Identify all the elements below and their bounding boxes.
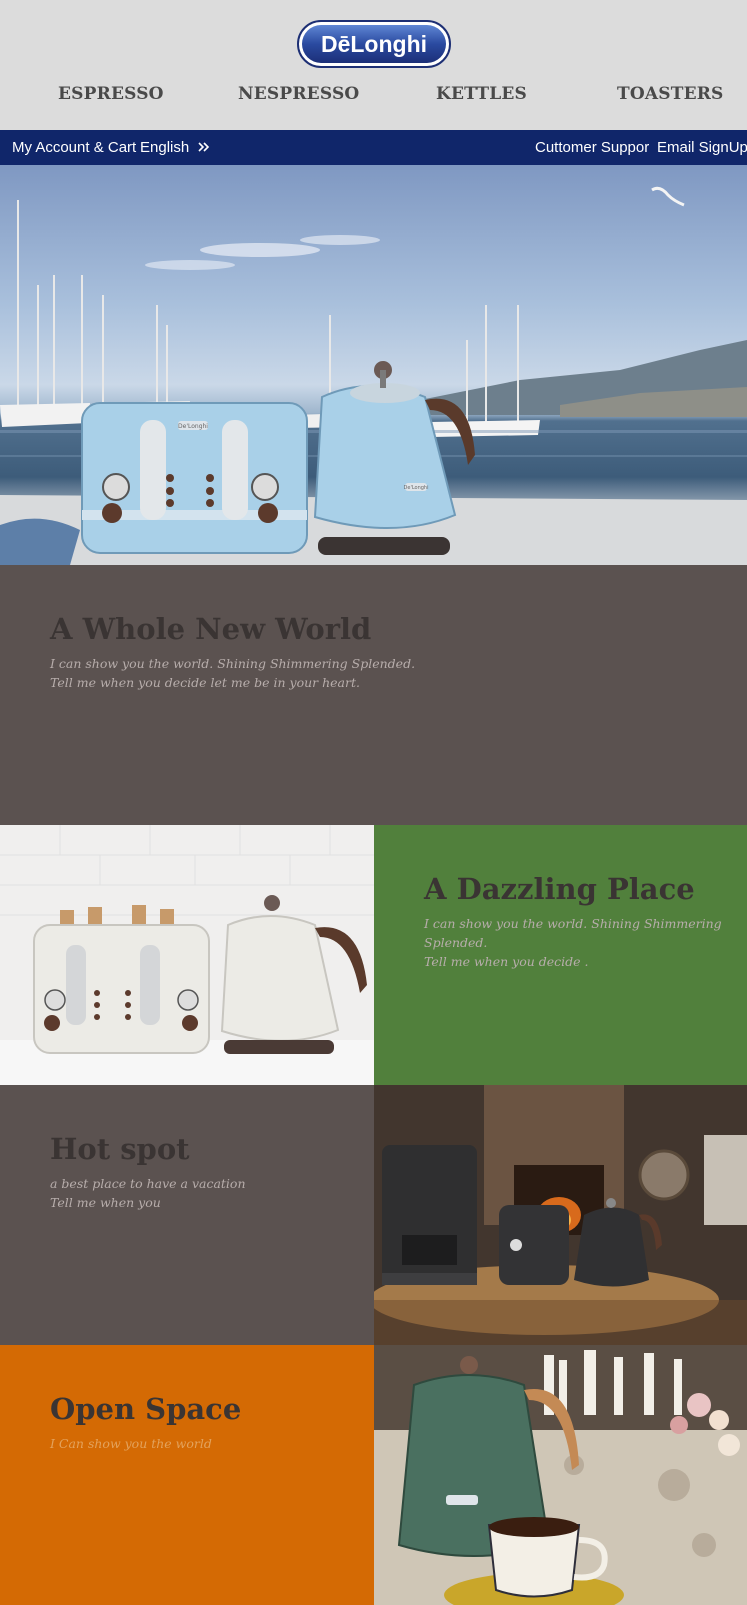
white-toaster-kettle-image: [0, 825, 374, 1085]
section-subtitle: a best place to have a vacation Tell me …: [50, 1174, 370, 1212]
dazzling-place-panel: A Dazzling Place I can show you the worl…: [374, 825, 747, 1085]
account-cart-link[interactable]: My Account & Cart: [12, 139, 136, 156]
kettle-badge: De'Longhi: [404, 485, 429, 491]
section-hot-spot: Hot spot a best place to have a vacation…: [0, 1085, 747, 1345]
section-title: A Dazzling Place: [424, 872, 695, 906]
section-subtitle-line2: Tell me when you decide .: [424, 954, 589, 969]
main-nav: ESPRESSO NESPRESSO KETTLES TOASTERS: [0, 84, 747, 114]
language-label: English: [140, 139, 190, 156]
logo-text: DēLonghi: [321, 31, 427, 57]
section-subtitle-line1: I can show you the world. Shining Shimme…: [424, 916, 722, 950]
fireplace-appliances-image: [374, 1085, 747, 1345]
section-subtitle-line1: a best place to have a vacation: [50, 1176, 246, 1191]
section-subtitle-line1: I can show you the world. Shining Shimme…: [50, 656, 416, 671]
double-chevron-right-icon: [198, 142, 210, 152]
site-header: DēLonghi ESPRESSO NESPRESSO KETTLES TOAS…: [0, 0, 747, 130]
customer-support-link[interactable]: Cuttomer Suppor: [535, 139, 649, 156]
section-subtitle: I Can show you the world: [50, 1434, 370, 1453]
nav-nespresso[interactable]: NESPRESSO: [238, 84, 359, 104]
section-title: A Whole New World: [50, 612, 372, 646]
nav-espresso[interactable]: ESPRESSO: [58, 84, 164, 104]
section-subtitle-line2: Tell me when you decide let me be in you…: [50, 675, 360, 690]
nav-kettles[interactable]: KETTLES: [436, 84, 527, 104]
utility-bar: My Account & Cart English Cuttomer Suppo…: [0, 130, 747, 165]
hero-image: De'Longhi De'Longhi: [0, 186, 747, 565]
section-subtitle: I can show you the world. Shining Shimme…: [50, 654, 700, 692]
hero-banner: De'Longhi De'Longhi: [0, 165, 747, 565]
delonghi-logo[interactable]: DēLonghi: [297, 20, 451, 68]
section-title: Open Space: [50, 1392, 242, 1426]
hot-spot-panel: Hot spot a best place to have a vacation…: [0, 1085, 374, 1345]
open-space-panel: Open Space I Can show you the world: [0, 1345, 374, 1605]
section-whole-new-world: A Whole New World I can show you the wor…: [0, 565, 747, 825]
section-title: Hot spot: [50, 1132, 190, 1166]
nav-toasters[interactable]: TOASTERS: [617, 84, 724, 104]
language-selector[interactable]: English: [140, 139, 211, 156]
toaster-badge: De'Longhi: [178, 423, 208, 430]
section-subtitle: I can show you the world. Shining Shimme…: [424, 914, 747, 971]
section-subtitle-line2: Tell me when you: [50, 1195, 161, 1210]
email-signup-link[interactable]: Email SignUp: [657, 139, 747, 156]
section-subtitle-line1: I Can show you the world: [50, 1436, 212, 1451]
section-open-space: Open Space I Can show you the world: [0, 1345, 747, 1605]
section-dazzling-place: A Dazzling Place I can show you the worl…: [0, 825, 747, 1085]
green-kettle-tea-image: [374, 1345, 747, 1605]
